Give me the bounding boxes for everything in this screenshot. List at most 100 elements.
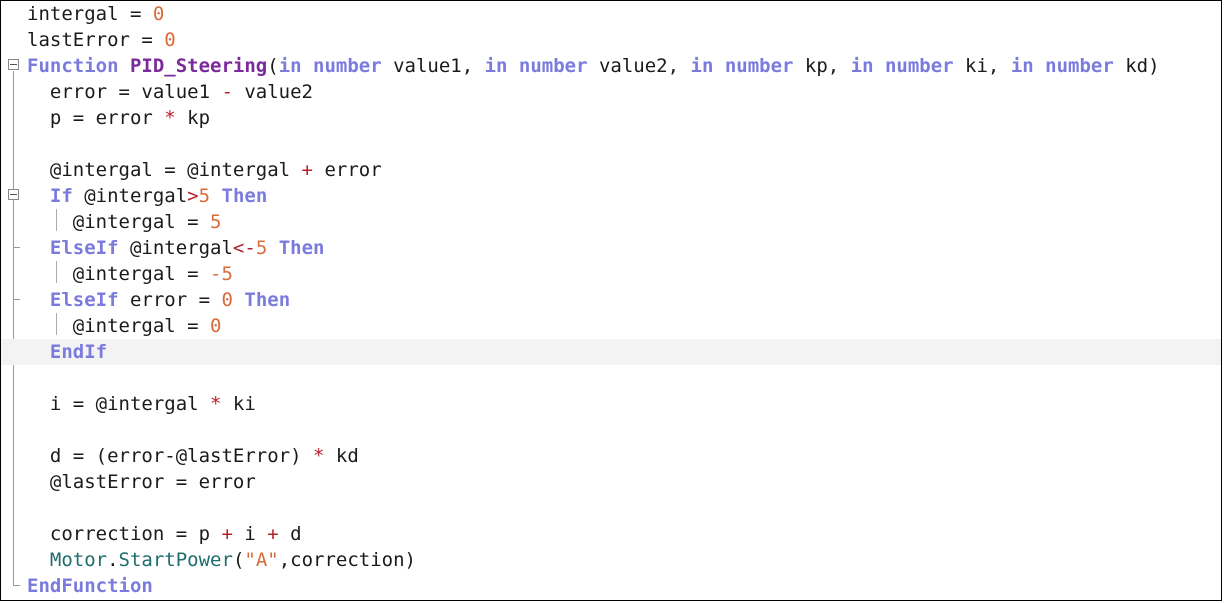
code-line[interactable]: EndIf (1, 339, 1221, 365)
code-token: 5 (210, 211, 222, 233)
code-token: * (312, 445, 325, 467)
code-token: 5 (198, 185, 211, 207)
code-token: kp, (793, 55, 851, 77)
code-token: + (267, 523, 279, 545)
fold-if-toggle-icon[interactable] (8, 189, 19, 200)
code-token: in number (278, 55, 382, 77)
code-token: i (232, 523, 268, 545)
code-token: kd) (1113, 55, 1160, 77)
code-token: kp (175, 107, 211, 129)
code-line[interactable] (27, 417, 1221, 443)
code-line[interactable]: Motor.StartPower("A",correction) (27, 547, 1221, 573)
code-token: value1, (381, 55, 485, 77)
code-token: d = (error-@lastError) (27, 445, 313, 467)
code-token: ElseIf (49, 237, 119, 259)
code-line[interactable]: ElseIf error = 0 Then (27, 287, 1221, 313)
code-line[interactable]: @intergal = @intergal + error (27, 157, 1221, 183)
fold-gutter (1, 1, 23, 601)
code-token: Then (244, 289, 291, 311)
code-token: @intergal = (27, 211, 211, 233)
code-token: i = @intergal (27, 393, 211, 415)
code-token: EndFunction (27, 575, 153, 597)
code-token: @intergal = @intergal (27, 159, 302, 181)
code-line[interactable]: intergal = 0 (27, 1, 1221, 27)
code-token: 0 (221, 289, 233, 311)
code-token: value2 (232, 81, 313, 103)
code-token: <- (232, 237, 256, 259)
code-token: Then (278, 237, 325, 259)
code-line[interactable]: @lastError = error (27, 469, 1221, 495)
code-token: correction = p (27, 523, 222, 545)
code-token: @lastError = error (27, 471, 256, 493)
code-token: in number (850, 55, 954, 77)
fold-elseif-marker (13, 247, 20, 248)
code-token: ki, (953, 55, 1011, 77)
code-token: Motor (49, 549, 108, 571)
fold-line (13, 71, 14, 585)
code-token: @intergal (72, 185, 188, 207)
code-token: 0 (152, 3, 165, 25)
code-token: 5 (255, 237, 268, 259)
fold-elseif-marker (13, 299, 20, 300)
code-token: -5 (210, 263, 233, 285)
code-line[interactable]: correction = p + i + d (27, 521, 1221, 547)
code-line[interactable]: lastError = 0 (27, 27, 1221, 53)
code-token: in number (484, 55, 588, 77)
code-token: error = value1 (27, 81, 222, 103)
code-token: ki (221, 393, 256, 415)
code-token: + (221, 523, 233, 545)
code-line[interactable]: If @intergal>5 Then (27, 183, 1221, 209)
fold-end-marker (13, 585, 20, 586)
code-token: in number (1010, 55, 1114, 77)
code-token: error = (118, 289, 222, 311)
code-line[interactable] (27, 365, 1221, 391)
code-token: PID_Steering (129, 55, 268, 77)
code-token: + (301, 159, 313, 181)
code-token: "A" (244, 549, 279, 571)
code-token: ( (232, 549, 245, 571)
code-token: * (164, 107, 176, 129)
fold-function-toggle-icon[interactable] (8, 59, 19, 70)
code-token: value2, (587, 55, 691, 77)
code-token: ( (267, 55, 279, 77)
code-token: p = error (27, 107, 165, 129)
code-token: - (221, 81, 233, 103)
code-line[interactable]: i = @intergal * ki (27, 391, 1221, 417)
code-line[interactable]: EndFunction (27, 573, 1221, 599)
code-token: 0 (210, 315, 222, 337)
code-token: StartPower (118, 549, 233, 571)
code-token: > (187, 185, 199, 207)
code-token: @intergal (118, 237, 233, 259)
code-token: ,correction) (278, 549, 416, 571)
code-editor[interactable]: intergal = 0 lastError = 0 Function PID_St… (0, 0, 1222, 601)
code-line[interactable]: @intergal = 0 (27, 313, 1221, 339)
code-token: intergal = (27, 3, 153, 25)
code-line[interactable] (27, 495, 1221, 521)
code-token: Then (221, 185, 268, 207)
code-token: @intergal = (27, 315, 211, 337)
code-token: lastError = (27, 29, 165, 51)
code-line[interactable]: @intergal = -5 (27, 261, 1221, 287)
code-token: 0 (164, 29, 176, 51)
code-token: * (210, 393, 222, 415)
code-token: in number (690, 55, 794, 77)
code-line[interactable]: Function PID_Steering(in number value1, … (27, 53, 1221, 79)
code-token: ElseIf (49, 289, 119, 311)
code-line[interactable]: @intergal = 5 (27, 209, 1221, 235)
code-token: d (278, 523, 302, 545)
code-token: error (313, 159, 382, 181)
code-line[interactable]: p = error * kp (27, 105, 1221, 131)
code-line[interactable] (27, 131, 1221, 157)
code-line[interactable]: d = (error-@lastError) * kd (27, 443, 1221, 469)
code-line[interactable]: ElseIf @intergal<-5 Then (27, 235, 1221, 261)
code-line[interactable]: error = value1 - value2 (27, 79, 1221, 105)
code-token: . (107, 549, 119, 571)
